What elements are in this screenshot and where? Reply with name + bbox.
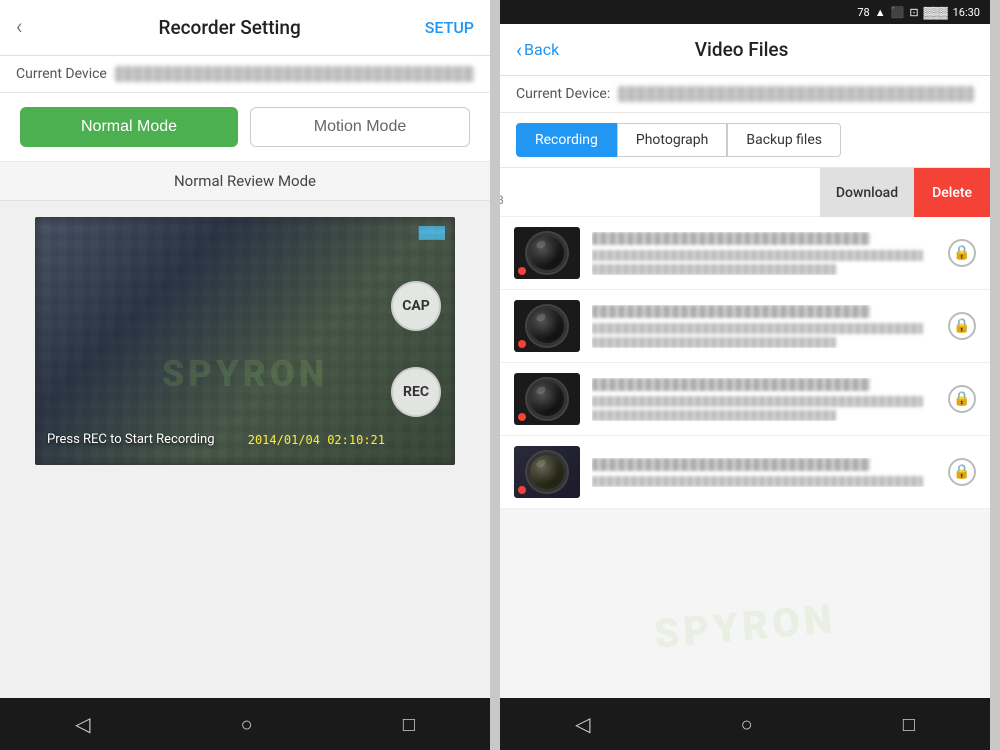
- mode-buttons: Normal Mode Motion Mode: [0, 93, 490, 162]
- file-info-1: [592, 232, 940, 275]
- back-label[interactable]: Back: [524, 40, 559, 59]
- rec-dot-4: [518, 486, 526, 494]
- tab-bar: Recording Photograph Backup files: [500, 113, 990, 168]
- battery-icon: ▓▓▓: [419, 225, 445, 239]
- left-header: ‹ Recorder Setting SETUP: [0, 0, 490, 56]
- back-arrow-icon[interactable]: ‹: [16, 15, 23, 40]
- file-info-4: [592, 458, 940, 487]
- rec-dot-3: [518, 413, 526, 421]
- file-detail-4a: [592, 476, 923, 487]
- device-label: Current Device: [16, 66, 107, 82]
- thumb-wrap-1: [514, 227, 592, 279]
- review-mode-label: Normal Review Mode: [0, 162, 490, 201]
- thumb-wrap-4: [514, 446, 592, 498]
- file-info-3: [592, 378, 940, 421]
- tab-backup-files[interactable]: Backup files: [727, 123, 841, 157]
- file-detail-2a: [592, 323, 923, 334]
- signal-icon: ▲: [875, 6, 886, 19]
- setup-button[interactable]: SETUP: [425, 18, 474, 37]
- right-header: ‹ Back Video Files: [500, 24, 990, 76]
- file-detail-1a: [592, 250, 923, 261]
- device-name-blur: [115, 66, 474, 82]
- tab-photograph[interactable]: Photograph: [617, 123, 727, 157]
- right-page-title: Video Files: [569, 38, 914, 61]
- watermark-right: SPYRON: [652, 595, 837, 658]
- tab-recording[interactable]: Recording: [516, 123, 617, 157]
- nav-back-icon[interactable]: ◁: [75, 712, 90, 736]
- thumb-wrap-2: [514, 300, 592, 352]
- lens-icon-1: [527, 233, 567, 273]
- right-nav-back-icon[interactable]: ◁: [575, 712, 590, 736]
- clock: 16:30: [953, 6, 980, 19]
- timestamp: 2014/01/04 02:10:21: [248, 433, 385, 447]
- file-item[interactable]: 🔒: [500, 290, 990, 363]
- file-name-3: [592, 378, 870, 391]
- rec-dot-2: [518, 340, 526, 348]
- lens-icon-4: [527, 452, 567, 492]
- file-meta: 02:09:22 20,3 MB: [500, 193, 504, 207]
- battery-status: ▓▓▓: [924, 6, 948, 19]
- chevron-icon: ‹: [516, 38, 522, 62]
- lock-icon-2[interactable]: 🔒: [948, 312, 976, 340]
- lock-icon-4[interactable]: 🔒: [948, 458, 976, 486]
- camera-preview: ▓▓▓ CAP REC Press REC to Start Recording…: [35, 217, 455, 465]
- normal-mode-button[interactable]: Normal Mode: [20, 107, 238, 147]
- file-detail-2b: [592, 337, 836, 348]
- right-device-name-blur: [618, 86, 974, 102]
- file-name-4: [592, 458, 870, 471]
- file-item[interactable]: 🔒: [500, 436, 990, 509]
- press-rec-text: Press REC to Start Recording: [47, 432, 215, 447]
- file-list: MOV 02:09:22 20,3 MB Download Delete: [500, 168, 990, 698]
- thumb-wrap-3: [514, 373, 592, 425]
- right-device-row: Current Device:: [500, 76, 990, 113]
- file-name-1: [592, 232, 870, 245]
- first-file-wrapper: MOV 02:09:22 20,3 MB Download Delete: [500, 168, 990, 217]
- file-detail-3a: [592, 396, 923, 407]
- status-icons: 78: [857, 6, 869, 19]
- right-nav-recents-icon[interactable]: □: [903, 712, 915, 737]
- nav-home-icon[interactable]: ○: [241, 712, 253, 737]
- file-detail-3b: [592, 410, 836, 421]
- right-device-label: Current Device:: [516, 86, 610, 102]
- status-bar: 78 ▲ ⬛ ⊡ ▓▓▓ 16:30: [500, 0, 990, 24]
- lens-icon-3: [527, 379, 567, 419]
- right-nav-bar: ◁ ○ □: [500, 698, 990, 750]
- file-item[interactable]: 🔒: [500, 217, 990, 290]
- camera-status-icon: ⊡: [909, 6, 918, 19]
- wifi-icon: ⬛: [891, 6, 905, 19]
- page-title: Recorder Setting: [35, 16, 425, 39]
- cap-button[interactable]: CAP: [391, 281, 441, 331]
- file-action-buttons: Download Delete: [820, 168, 990, 217]
- device-row: Current Device: [0, 56, 490, 93]
- lock-icon-3[interactable]: 🔒: [948, 385, 976, 413]
- left-nav-bar: ◁ ○ □: [0, 698, 490, 750]
- file-name-2: [592, 305, 870, 318]
- right-phone: 78 ▲ ⬛ ⊡ ▓▓▓ 16:30 ‹ Back Video Files Cu…: [500, 0, 990, 750]
- nav-recents-icon[interactable]: □: [403, 712, 415, 737]
- file-info-2: [592, 305, 940, 348]
- file-item[interactable]: 🔒: [500, 363, 990, 436]
- lens-icon-2: [527, 306, 567, 346]
- right-nav-home-icon[interactable]: ○: [741, 712, 753, 737]
- lock-icon-1[interactable]: 🔒: [948, 239, 976, 267]
- left-phone: ‹ Recorder Setting SETUP Current Device …: [0, 0, 490, 750]
- back-button[interactable]: ‹ Back: [516, 38, 559, 62]
- rec-button[interactable]: REC: [391, 367, 441, 417]
- pixelated-overlay: [35, 217, 455, 465]
- delete-button[interactable]: Delete: [914, 168, 990, 217]
- download-button[interactable]: Download: [820, 168, 914, 217]
- rec-dot-1: [518, 267, 526, 275]
- motion-mode-button[interactable]: Motion Mode: [250, 107, 470, 147]
- file-detail-1b: [592, 264, 836, 275]
